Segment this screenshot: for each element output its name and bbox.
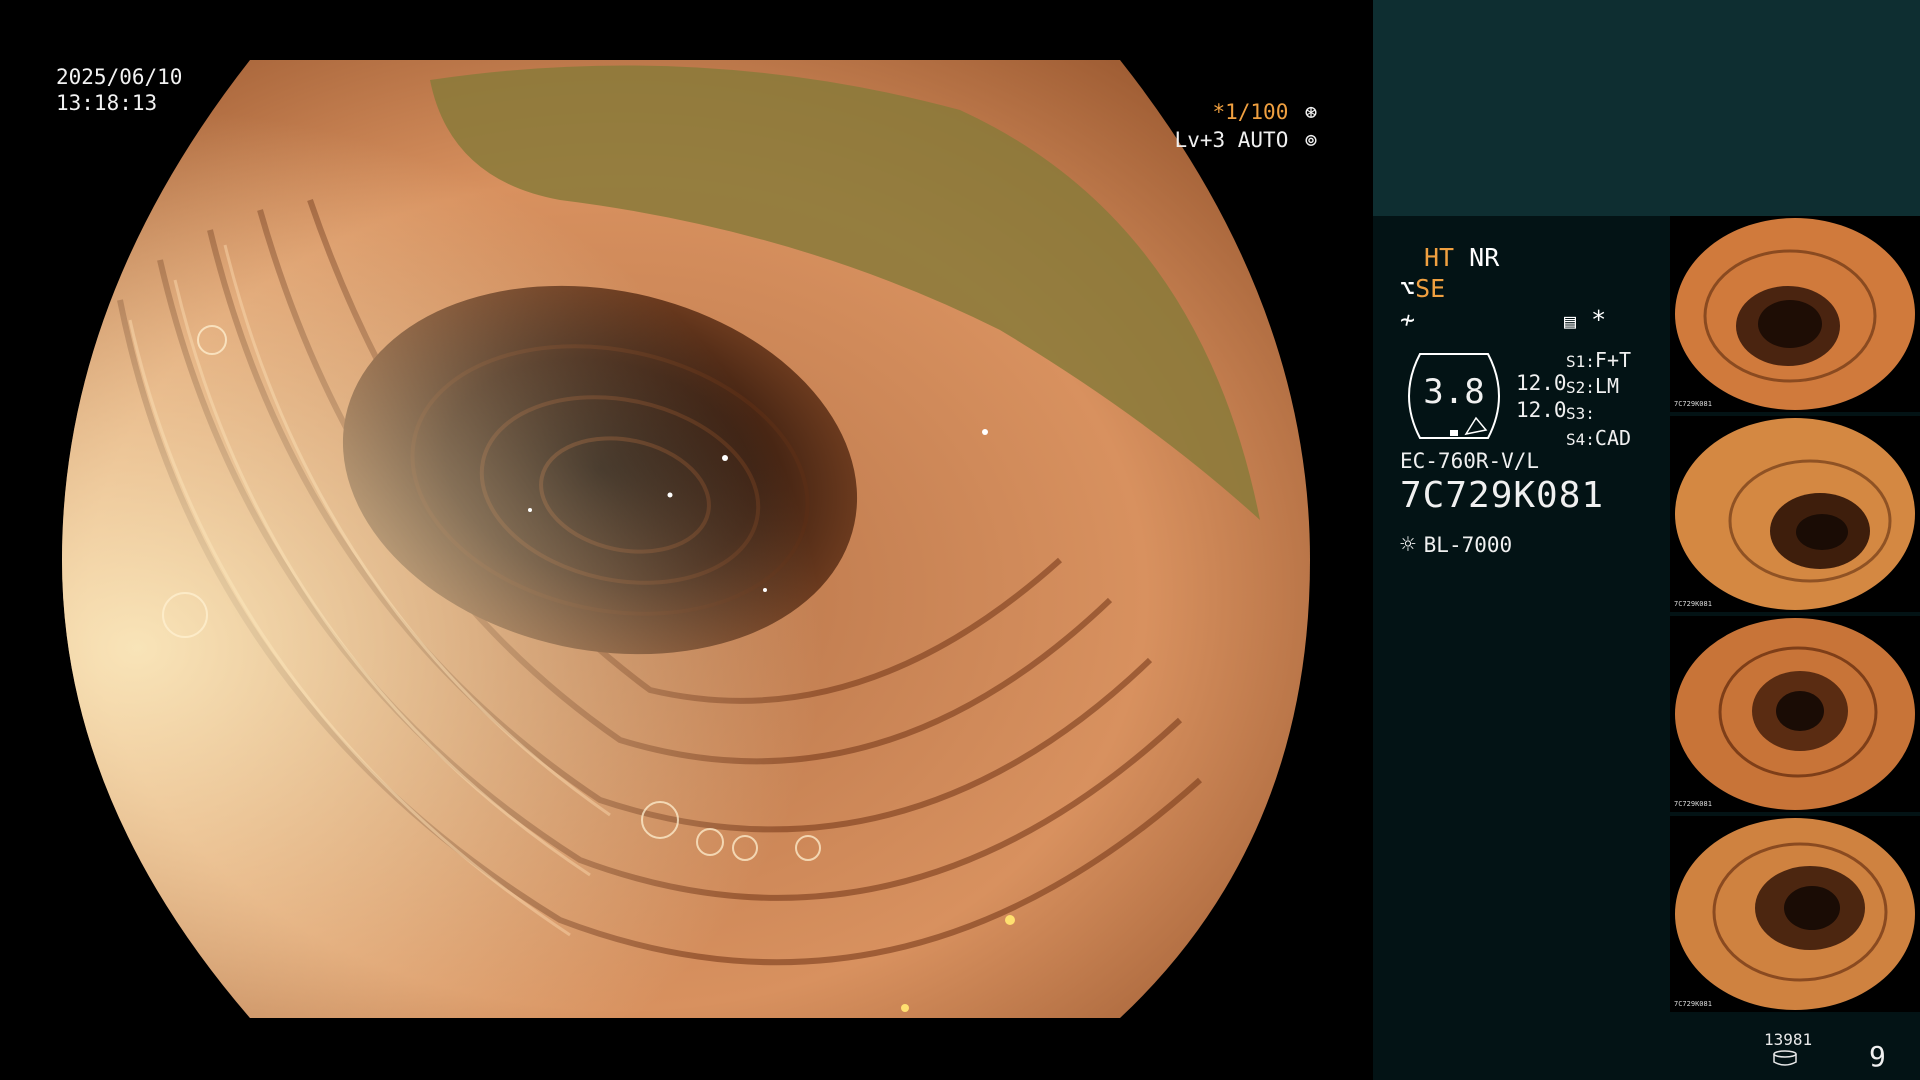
thumbnail[interactable]: 7C729K081 [1670,216,1920,412]
thumbnail[interactable]: 7C729K081 [1670,616,1920,812]
exposure-readout: *1/100 ⊛ Lv+3 AUTO ⊚ [1175,98,1321,154]
thumbnail-image [1675,818,1915,1010]
gauge-upper: 12.0 [1516,371,1567,395]
thumbnail[interactable]: 7C729K081 [1670,416,1920,612]
thumbnail-image [1675,618,1915,810]
page-number: 9 [1869,1040,1886,1073]
gauge-marker [1450,430,1458,436]
structure-enhance-icon: ⌥ [1400,274,1416,303]
thumbnail[interactable]: 7C729K081 [1670,816,1920,1012]
scope-serial: 7C729K081 [1400,475,1605,516]
scope-model: EC-760R-V/L [1400,449,1540,473]
switch-item: S3: [1566,404,1595,423]
thumbnail-id: 7C729K081 [1674,400,1712,408]
mode-nr: NR [1469,243,1500,272]
record-list-icon: ▤ [1564,309,1577,333]
filter-row: ≁ [1400,306,1415,334]
panel-header-area [1373,0,1920,216]
capture-date: 2025/06/10 [56,65,183,89]
capture-count: 13981 [1764,1030,1813,1049]
mode-ht: HT [1424,243,1455,272]
capture-thumbnails: 7C729K081 7C729K081 7C729K081 7C729K081 [1670,216,1920,1016]
endoscope-main-view: 2025/06/10 13:18:13 *1/100 ⊛ Lv+3 AUTO ⊚ [0,0,1373,1080]
thumbnail-image [1675,218,1915,410]
light-source: BL-7000 [1423,533,1513,557]
filter-icon: ≁ [1400,305,1416,334]
record-status-row: ▤ * [1564,306,1606,335]
gauge-scale: 12.0 12.0 [1516,370,1567,424]
zoom-value: 3.8 [1423,372,1485,412]
thumbnail-image [1675,418,1915,610]
storage-icon [1773,1050,1797,1066]
thumbnail-id: 7C729K081 [1674,800,1712,808]
image-mode-row: HT NR [1424,244,1499,272]
thumbnail-id: 7C729K081 [1674,600,1712,608]
record-star: * [1591,305,1607,334]
aperture-icon: ⊛ [1304,100,1318,124]
switch-assignments: S1:F+T S2:LM S3: S4:CAD [1566,348,1631,452]
capture-datetime: 2025/06/10 13:18:13 [56,64,182,116]
shutter-speed: *1/100 [1212,100,1289,124]
brightness-level: Lv+3 AUTO [1174,128,1289,152]
sun-icon: ☼ [1400,530,1416,560]
switch-item: S1:F+T [1566,348,1632,372]
gauge-lower: 12.0 [1516,398,1567,422]
mode-se: SE [1415,274,1446,303]
switch-item: S4:CAD [1566,426,1632,450]
colon-image [62,60,1310,1018]
thumbnail-id: 7C729K081 [1674,1000,1712,1008]
enhance-row: ⌥SE [1400,275,1445,303]
auto-iris-icon: ⊚ [1304,128,1318,152]
capture-time: 13:18:13 [56,91,158,115]
switch-item: S2:LM [1566,374,1619,398]
light-source-row: ☼ BL-7000 [1400,530,1512,560]
